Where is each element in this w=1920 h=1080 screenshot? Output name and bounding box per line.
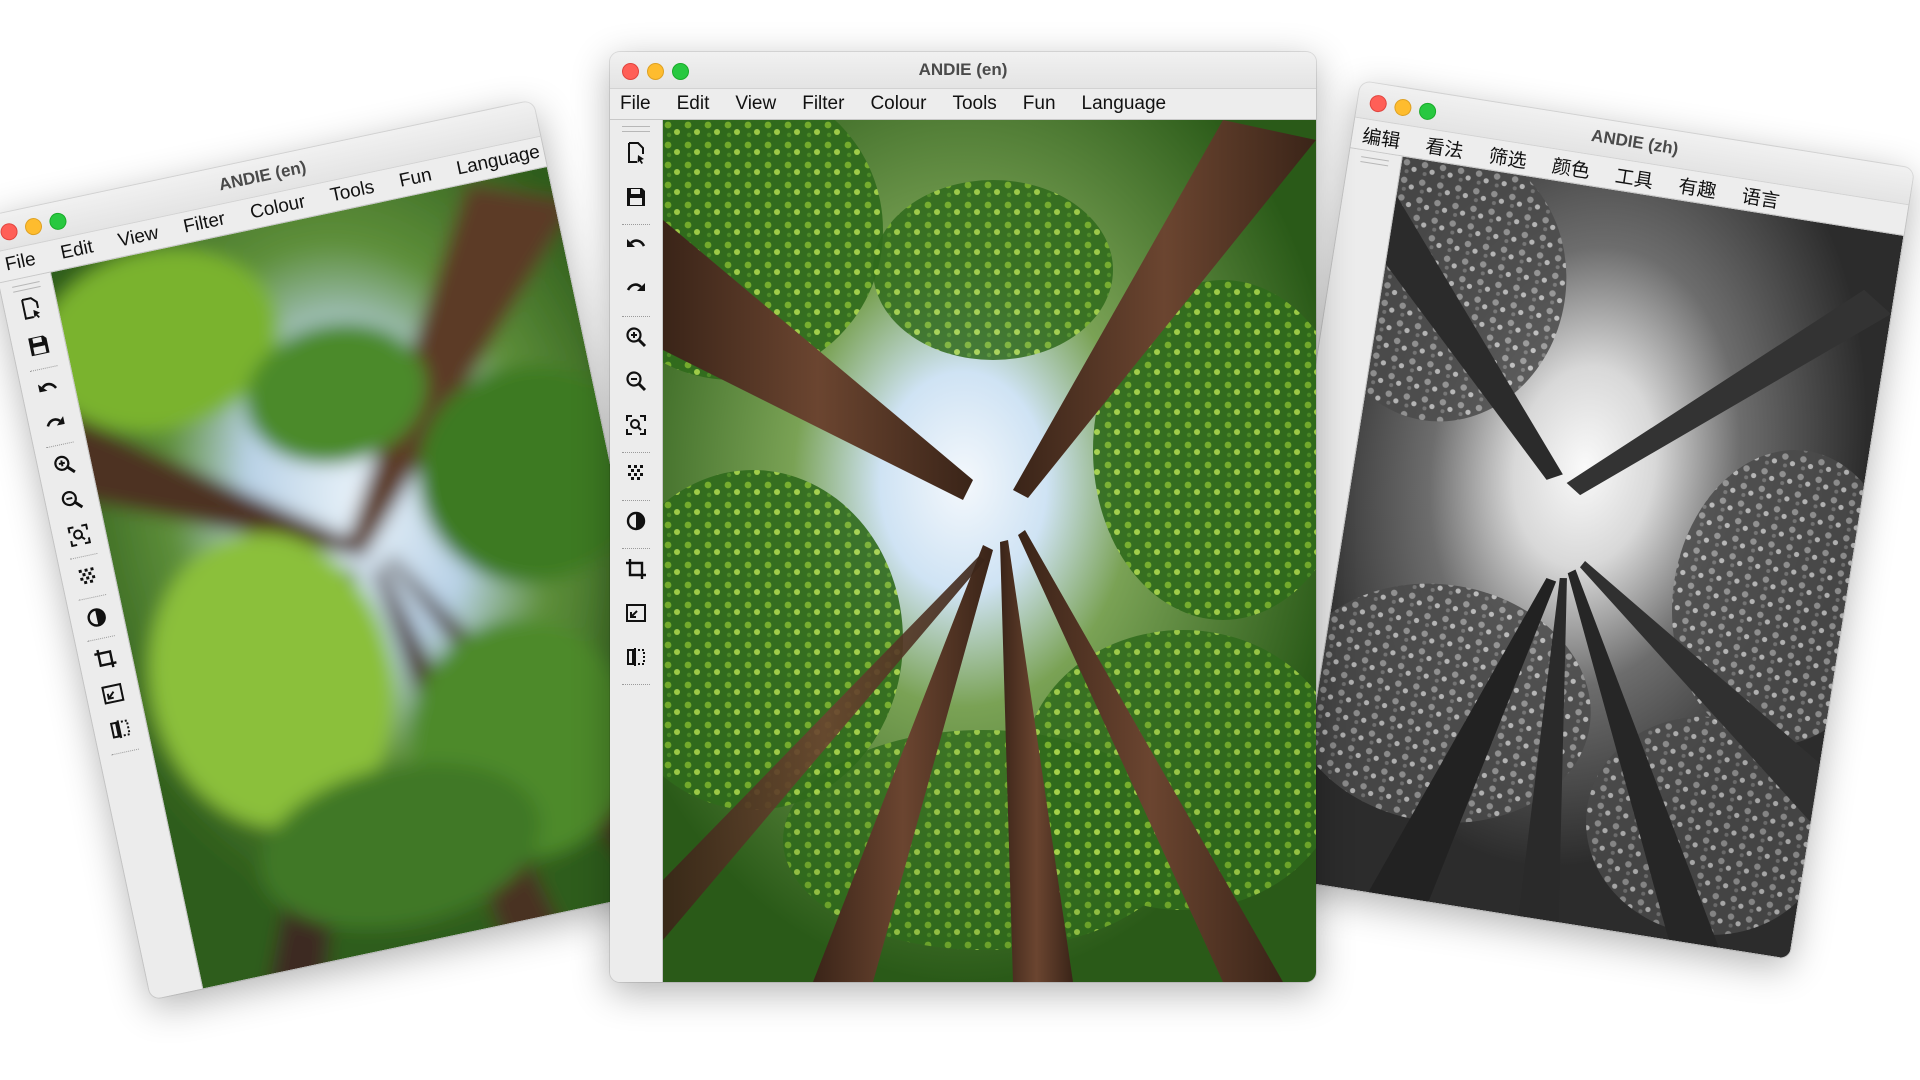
andie-window-right[interactable]: ANDIE (zh) 编辑 看法 筛选 颜色 工具 有趣 语言 xyxy=(1235,81,1915,959)
resize-icon[interactable] xyxy=(97,678,128,709)
toolbar-grip[interactable] xyxy=(12,281,41,293)
menu-edit[interactable]: Edit xyxy=(677,93,710,115)
open-file-icon[interactable] xyxy=(623,140,649,166)
pixelate-icon[interactable] xyxy=(73,561,104,592)
zoom-out-icon[interactable] xyxy=(623,368,649,394)
menu-tools[interactable]: 工具 xyxy=(1614,161,1656,194)
image-canvas[interactable] xyxy=(663,120,1316,982)
toolbar-separator xyxy=(622,316,650,317)
toolbar-separator xyxy=(46,441,74,449)
zoom-in-icon[interactable] xyxy=(623,324,649,350)
menu-file[interactable]: File xyxy=(3,249,38,277)
menu-fun[interactable]: 有趣 xyxy=(1677,171,1719,204)
toolbar xyxy=(610,120,663,982)
menu-language[interactable]: 语言 xyxy=(1740,181,1782,214)
crop-icon[interactable] xyxy=(90,643,121,674)
menu-colour[interactable]: Colour xyxy=(870,93,926,115)
menu-colour[interactable]: 颜色 xyxy=(1550,151,1592,184)
contrast-icon[interactable] xyxy=(81,602,112,633)
menu-file[interactable]: File xyxy=(620,93,651,115)
andie-window-center[interactable]: ANDIE (en) File Edit View Filter Colour … xyxy=(610,52,1316,982)
menu-edit[interactable]: 编辑 xyxy=(1361,121,1403,154)
undo-icon[interactable] xyxy=(33,373,64,404)
menu-bar: File Edit View Filter Colour Tools Fun L… xyxy=(610,89,1316,120)
andie-window-left[interactable]: ANDIE (en) File Edit View Filter Colour … xyxy=(0,100,700,1000)
menu-filter[interactable]: Filter xyxy=(802,93,844,115)
crop-icon[interactable] xyxy=(623,556,649,582)
title-bar[interactable]: ANDIE (en) xyxy=(610,52,1316,89)
menu-view[interactable]: 看法 xyxy=(1424,131,1466,164)
resize-icon[interactable] xyxy=(623,600,649,626)
toolbar-separator xyxy=(622,500,650,501)
menu-view[interactable]: View xyxy=(116,223,161,253)
toolbar-separator xyxy=(87,635,115,642)
zoom-out-icon[interactable] xyxy=(56,485,87,516)
menu-tools[interactable]: Tools xyxy=(328,177,376,208)
zoom-fit-icon[interactable] xyxy=(623,412,649,438)
toolbar-grip[interactable] xyxy=(1360,156,1389,167)
toolbar-separator xyxy=(622,224,650,225)
forest-canopy-image xyxy=(663,120,1316,982)
flip-icon[interactable] xyxy=(623,644,649,670)
menu-view[interactable]: View xyxy=(735,93,776,115)
zoom-in-icon[interactable] xyxy=(49,449,80,480)
toolbar-separator xyxy=(29,365,58,372)
toolbar-separator xyxy=(622,684,650,685)
open-file-icon[interactable] xyxy=(16,293,47,324)
zoom-fit-icon[interactable] xyxy=(64,520,95,551)
redo-icon[interactable] xyxy=(40,408,71,439)
redo-icon[interactable] xyxy=(623,276,649,302)
save-icon[interactable] xyxy=(623,184,649,210)
toolbar-separator xyxy=(622,452,650,453)
menu-filter[interactable]: Filter xyxy=(181,208,227,238)
menu-edit[interactable]: Edit xyxy=(59,236,96,264)
toolbar-grip[interactable] xyxy=(622,126,650,132)
menu-fun[interactable]: Fun xyxy=(1023,93,1056,115)
toolbar-separator xyxy=(78,594,107,601)
toolbar-separator xyxy=(69,552,98,560)
window-title: ANDIE (en) xyxy=(918,60,1008,79)
menu-tools[interactable]: Tools xyxy=(952,93,996,115)
toolbar-separator xyxy=(111,748,140,756)
contrast-icon[interactable] xyxy=(623,508,649,534)
flip-icon[interactable] xyxy=(105,714,136,745)
pixelate-icon[interactable] xyxy=(623,460,649,486)
menu-fun[interactable]: Fun xyxy=(397,164,434,192)
save-icon[interactable] xyxy=(23,330,54,361)
toolbar-separator xyxy=(622,548,650,549)
menu-filter[interactable]: 筛选 xyxy=(1487,141,1529,174)
undo-icon[interactable] xyxy=(623,232,649,258)
menu-language[interactable]: Language xyxy=(1082,93,1167,115)
